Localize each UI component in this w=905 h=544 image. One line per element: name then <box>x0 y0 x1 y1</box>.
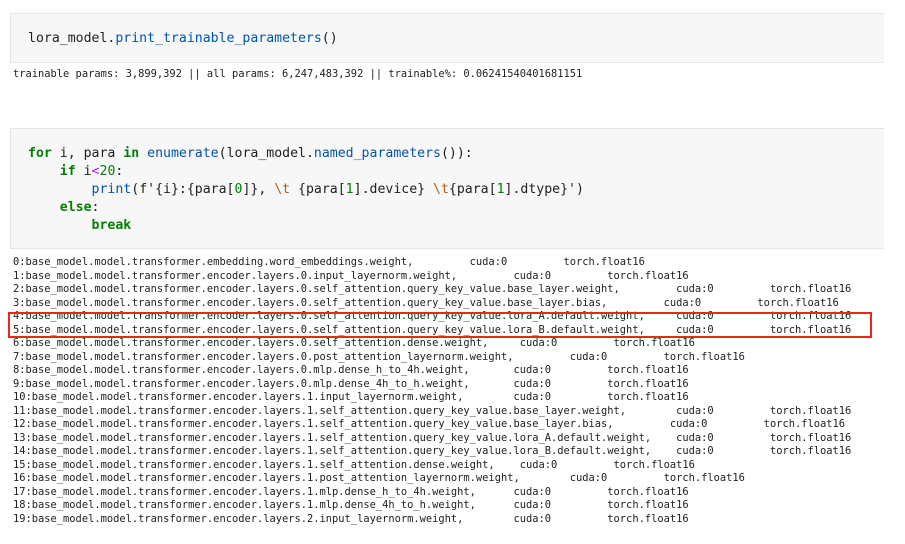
cell-2-output: 0:base_model.model.transformer.embedding… <box>13 256 851 526</box>
output-line: 15:base_model.model.transformer.encoder.… <box>13 458 695 471</box>
code-token: enumerate <box>147 146 219 161</box>
code-token: 1 <box>345 182 354 197</box>
code-token: ( <box>218 146 227 161</box>
output-line: 11:base_model.model.transformer.encoder.… <box>13 404 852 417</box>
output-line: 6:base_model.model.transformer.encoder.l… <box>13 337 695 349</box>
output-line: 1:base_model.model.transformer.encoder.l… <box>13 269 689 282</box>
code-token: print <box>91 182 132 197</box>
code-token: : <box>91 200 100 215</box>
output-line: 3:base_model.model.transformer.encoder.l… <box>13 296 839 309</box>
code-token: 20 <box>99 164 116 179</box>
output-line: 10:base_model.model.transformer.encoder.… <box>13 391 689 403</box>
code-token: named_parameters <box>313 146 441 161</box>
output-line: 9:base_model.model.transformer.encoder.l… <box>13 377 689 390</box>
code-editor-2[interactable]: for i, para in enumerate(lora_model.name… <box>28 145 584 235</box>
output-line: 13:base_model.model.transformer.encoder.… <box>13 431 852 444</box>
output-line: 0:base_model.model.transformer.embedding… <box>13 256 645 268</box>
code-token: i <box>75 164 92 179</box>
code-cell-1[interactable]: lora_model.print_trainable_parameters() <box>10 13 884 63</box>
output-line: 18:base_model.model.transformer.encoder.… <box>13 499 689 511</box>
code-token: {para[ <box>290 182 346 197</box>
code-token: ()): <box>440 146 473 161</box>
code-token: . <box>305 146 314 161</box>
code-token: {para[ <box>448 182 497 197</box>
output-line: 7:base_model.model.transformer.encoder.l… <box>13 350 745 363</box>
cell-1-output: trainable params: 3,899,392 || all param… <box>13 68 583 80</box>
code-token: ( <box>131 182 140 197</box>
output-line: 8:base_model.model.transformer.encoder.l… <box>13 364 689 376</box>
code-token: lora_model <box>226 146 306 161</box>
code-editor-1[interactable]: lora_model.print_trainable_parameters() <box>28 30 338 48</box>
output-line: 12:base_model.model.transformer.encoder.… <box>13 418 846 430</box>
code-token: f' <box>139 182 156 197</box>
code-token: for <box>28 146 52 161</box>
output-line: 16:base_model.model.transformer.encoder.… <box>13 472 745 484</box>
code-token: ]}, <box>242 182 275 197</box>
highlight-box <box>8 312 872 338</box>
output-line: 17:base_model.model.transformer.encoder.… <box>13 485 689 498</box>
code-token: : <box>115 164 124 179</box>
code-token: \t <box>433 182 449 197</box>
code-token: i, para <box>51 146 124 161</box>
code-token: break <box>91 218 132 233</box>
code-token: ].dtype}' <box>504 182 576 197</box>
code-token: () <box>321 31 338 46</box>
code-token: print_trainable_parameters <box>115 31 322 46</box>
code-token: in <box>123 146 140 161</box>
code-token: if <box>59 164 76 179</box>
output-line: 14:base_model.model.transformer.encoder.… <box>13 445 852 457</box>
code-token: {i}:{para[ <box>155 182 235 197</box>
code-token: ].device} <box>353 182 434 197</box>
output-line: 19:base_model.model.transformer.encoder.… <box>13 512 689 525</box>
code-token: lora_model <box>28 31 108 46</box>
code-cell-2[interactable]: for i, para in enumerate(lora_model.name… <box>10 128 884 249</box>
code-token: < <box>91 164 100 179</box>
code-token: 1 <box>496 182 505 197</box>
code-token: else <box>59 200 92 215</box>
code-token: ) <box>575 182 584 197</box>
code-token: \t <box>274 182 291 197</box>
output-line: 2:base_model.model.transformer.encoder.l… <box>13 283 852 295</box>
